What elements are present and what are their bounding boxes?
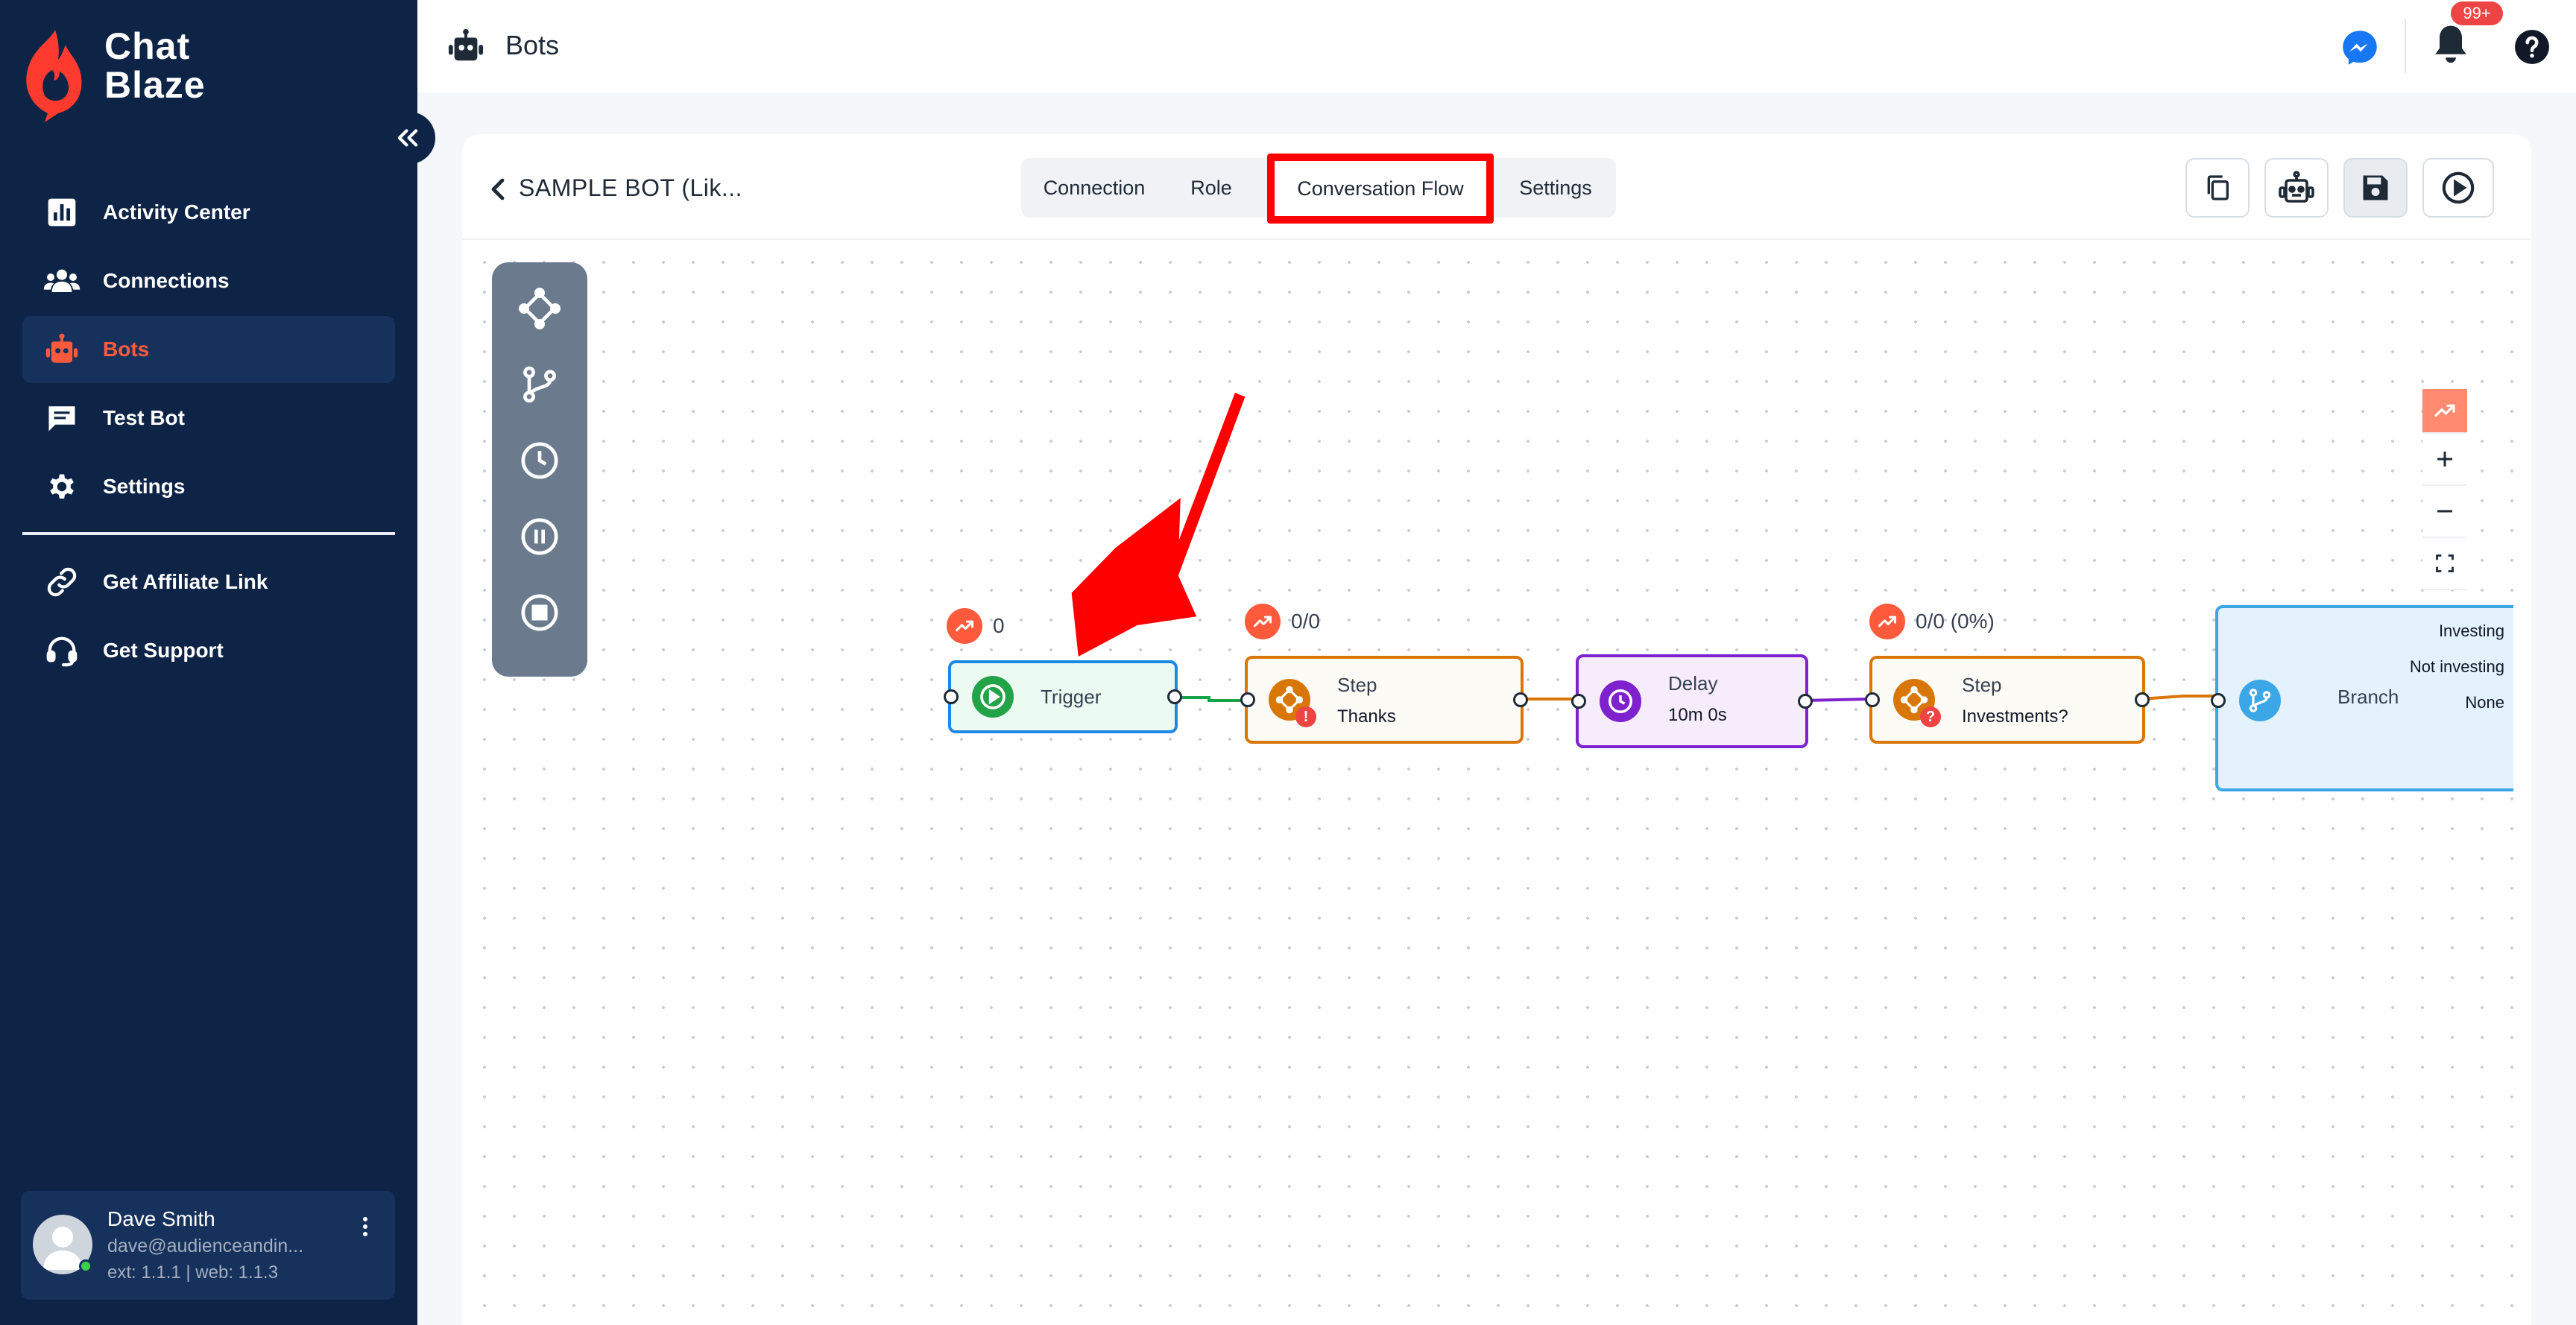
- kebab-menu-icon: [363, 1217, 367, 1236]
- sidebar-item-test-bot[interactable]: Test Bot: [22, 385, 395, 452]
- sidebar-item-label: Activity Center: [103, 200, 250, 224]
- tab-settings[interactable]: Settings: [1507, 158, 1604, 218]
- bell-icon: [2435, 25, 2466, 63]
- version-info: ext: 1.1.1 | web: 1.1.3: [107, 1262, 279, 1283]
- sidebar-item-label: Get Support: [103, 639, 224, 662]
- chat-icon: [43, 399, 80, 437]
- editor-tabs: Connection Role Conversation Flow Settin…: [1021, 154, 1616, 224]
- messenger-icon: [2343, 31, 2377, 65]
- sidebar-secondary-nav: Get Affiliate Link Get Support: [22, 548, 395, 686]
- gear-icon: [43, 468, 80, 505]
- chatblaze-logo[interactable]: Chat Blaze: [19, 27, 213, 124]
- robot-icon: [447, 28, 484, 64]
- link-icon: [43, 563, 80, 601]
- sidebar-item-label: Bots: [103, 338, 150, 361]
- play-circle-icon: [2442, 171, 2475, 204]
- sidebar-item-activity-center[interactable]: Activity Center: [22, 179, 395, 246]
- bar-chart-icon: [43, 194, 80, 231]
- duplicate-button[interactable]: [2185, 158, 2250, 218]
- chevrons-left-icon: [397, 129, 418, 147]
- online-status-dot: [79, 1259, 92, 1273]
- sidebar-item-settings[interactable]: Settings: [22, 453, 395, 520]
- editor-header: SAMPLE BOT (Lik... Connection Role Conve…: [462, 134, 2531, 240]
- user-menu-button[interactable]: [361, 1212, 370, 1242]
- user-profile-card[interactable]: Dave Smith dave@audienceandin... ext: 1.…: [21, 1191, 395, 1300]
- robot-question-icon: [2279, 171, 2314, 203]
- tab-conversation-flow[interactable]: Conversation Flow: [1267, 154, 1494, 224]
- collapse-sidebar-button[interactable]: [380, 112, 435, 164]
- tab-role[interactable]: Role: [1170, 158, 1252, 218]
- help-button[interactable]: [2513, 28, 2551, 66]
- sidebar-item-label: Get Affiliate Link: [103, 570, 268, 593]
- save-button[interactable]: [2343, 158, 2408, 218]
- sidebar-divider: [22, 532, 395, 535]
- copy-icon: [2207, 175, 2229, 200]
- bot-editor-card: SAMPLE BOT (Lik... Connection Role Conve…: [462, 134, 2531, 1325]
- tab-connection[interactable]: Connection: [1035, 158, 1154, 218]
- headset-icon: [43, 632, 80, 669]
- page-title: Bots: [505, 30, 560, 60]
- save-icon: [2363, 175, 2388, 200]
- user-name: Dave Smith: [107, 1207, 215, 1230]
- bot-name: SAMPLE BOT (Lik...: [519, 174, 743, 201]
- sidebar-item-connections[interactable]: Connections: [22, 247, 395, 314]
- sidebar-item-affiliate-link[interactable]: Get Affiliate Link: [22, 548, 395, 616]
- bot-test-button[interactable]: [2264, 158, 2329, 218]
- topbar-separator: [2405, 19, 2406, 73]
- flow-canvas[interactable]: 0 0/0 0/0 (0%) Trigger ! Step Thanks Del…: [462, 240, 2531, 1325]
- notifications-badge: 99+: [2451, 1, 2503, 25]
- sidebar: Chat Blaze Activity Center Connections B…: [0, 0, 435, 1325]
- annotation-arrow: [1071, 393, 1246, 657]
- flame-logo-icon: [26, 30, 82, 122]
- users-icon: [43, 262, 80, 300]
- sidebar-item-bots[interactable]: Bots: [22, 316, 395, 383]
- sidebar-item-label: Test Bot: [103, 406, 185, 429]
- notifications-button[interactable]: [2430, 22, 2472, 67]
- logo-text: Chat Blaze: [104, 25, 206, 106]
- back-button[interactable]: [489, 176, 507, 203]
- robot-icon: [43, 331, 80, 368]
- sidebar-nav: Activity Center Connections Bots Test Bo…: [22, 179, 395, 522]
- sidebar-item-label: Settings: [103, 475, 186, 498]
- messenger-button[interactable]: [2340, 28, 2379, 67]
- chevron-left-icon: [491, 178, 505, 200]
- run-button[interactable]: [2422, 158, 2494, 218]
- question-circle-icon: [2515, 30, 2549, 64]
- user-email: dave@audienceandin...: [107, 1236, 304, 1256]
- sidebar-item-label: Connections: [103, 269, 230, 292]
- top-bar: Bots 99+: [417, 0, 2576, 92]
- sidebar-item-get-support[interactable]: Get Support: [22, 617, 395, 684]
